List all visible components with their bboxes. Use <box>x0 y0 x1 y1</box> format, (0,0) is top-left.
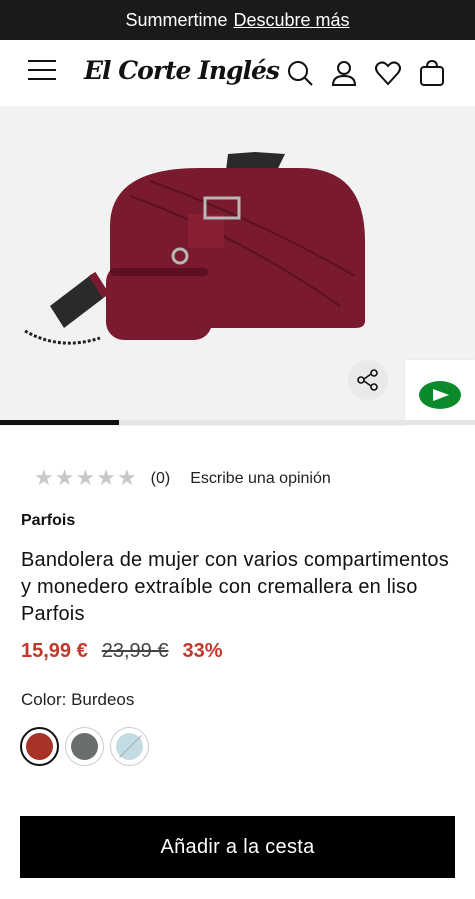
add-to-cart-button[interactable]: Añadir a la cesta <box>20 816 455 878</box>
star-icon: ★ <box>116 466 137 491</box>
bag-icon[interactable] <box>417 58 447 88</box>
rating-row: ★ ★ ★ ★ ★ (0) Escribe una opinión <box>34 466 331 492</box>
site-header: El Corte Inglés <box>0 40 475 106</box>
chat-icon <box>419 381 461 409</box>
star-icon: ★ <box>54 466 75 491</box>
discount-badge: 33% <box>182 640 223 662</box>
search-icon[interactable] <box>285 58 315 88</box>
product-title: Bandolera de mujer con varios compartime… <box>21 549 449 625</box>
rating-count: (0) <box>150 470 171 487</box>
product-gallery[interactable] <box>0 106 475 426</box>
color-label: Color: Burdeos <box>21 690 135 709</box>
color-swatch-2[interactable] <box>65 727 104 766</box>
color-swatches <box>20 727 149 766</box>
gallery-progress <box>0 420 475 425</box>
color-swatch-dot <box>71 733 98 760</box>
menu-icon[interactable] <box>28 60 56 84</box>
price-current: 15,99 € <box>21 640 88 662</box>
price-old: 23,99 € <box>101 640 169 662</box>
header-icons <box>285 58 447 88</box>
chat-widget[interactable] <box>405 360 475 426</box>
promo-text: Summertime <box>125 9 228 30</box>
price-row: 15,99 € 23,99 € 33% <box>21 640 223 663</box>
rating-stars: ★ ★ ★ ★ ★ <box>34 468 137 490</box>
star-icon: ★ <box>96 466 116 491</box>
heart-icon[interactable] <box>373 58 403 88</box>
promo-link[interactable]: Descubre más <box>233 10 349 31</box>
product-brand[interactable]: Parfois <box>21 512 75 530</box>
star-icon: ★ <box>34 466 54 491</box>
write-review-link[interactable]: Escribe una opinión <box>190 470 331 488</box>
promo-bar: Summertime Descubre más <box>0 0 475 40</box>
star-icon: ★ <box>75 466 96 491</box>
color-swatch-dot <box>26 733 53 760</box>
user-icon[interactable] <box>329 58 359 88</box>
color-swatch-1[interactable] <box>20 727 59 766</box>
gallery-progress-fill <box>0 420 119 425</box>
logo[interactable]: El Corte Inglés <box>84 56 280 85</box>
share-icon <box>357 369 378 391</box>
share-button[interactable] <box>348 360 388 400</box>
product-image <box>24 152 365 345</box>
color-swatch-3[interactable] <box>110 727 149 766</box>
